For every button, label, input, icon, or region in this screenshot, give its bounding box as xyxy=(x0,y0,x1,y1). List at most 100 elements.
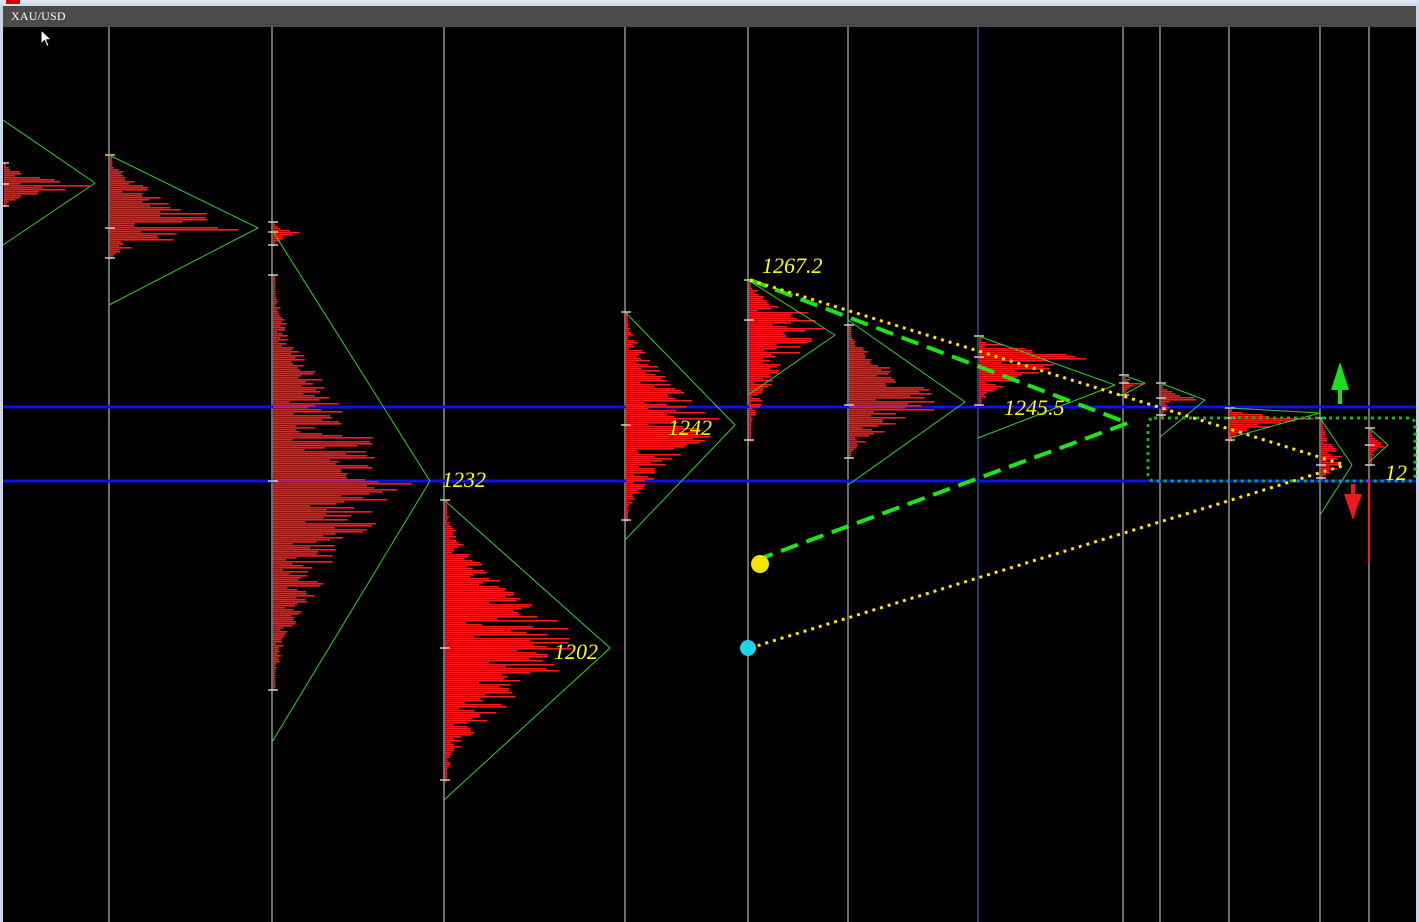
profile-tick xyxy=(844,404,854,406)
profile-bar xyxy=(749,310,758,312)
profile-bar xyxy=(110,175,123,177)
profile-bar xyxy=(273,305,275,307)
profile-bar xyxy=(273,339,289,341)
profile-bar xyxy=(749,284,751,286)
profile-bar xyxy=(445,610,515,612)
profile-bar xyxy=(749,390,763,392)
profile-bar xyxy=(849,407,906,409)
profile-tick xyxy=(844,324,854,326)
profile-bar xyxy=(273,499,388,501)
profile-bar xyxy=(849,373,889,375)
profile-bar xyxy=(849,341,856,343)
profile-bar xyxy=(445,540,457,542)
profile-bar xyxy=(849,417,906,419)
profile-tick xyxy=(1119,382,1129,384)
profile-bar xyxy=(849,429,872,431)
profile-bar xyxy=(445,530,456,532)
profile-bar xyxy=(273,565,304,567)
profile-bar xyxy=(445,578,490,580)
profile-bar xyxy=(445,654,548,656)
profile-bar xyxy=(273,657,279,659)
profile-bar xyxy=(849,355,866,357)
profile-bar xyxy=(749,344,777,346)
profile-bar xyxy=(849,449,854,451)
profile-bar xyxy=(979,338,981,340)
profile-bar xyxy=(110,225,134,227)
profile-bar xyxy=(445,696,516,698)
profile-bar xyxy=(849,405,922,407)
profile-2 xyxy=(105,154,239,259)
profile-bar xyxy=(273,443,373,445)
profile-bar xyxy=(445,592,514,594)
profile-bar xyxy=(445,768,448,770)
profile-bar xyxy=(273,391,320,393)
profile-bar xyxy=(273,451,366,453)
profile-bar xyxy=(110,171,123,173)
profile-bar xyxy=(445,650,518,652)
profile-bar xyxy=(110,233,177,235)
profile-bar xyxy=(445,740,462,742)
profile-bar xyxy=(273,409,322,411)
profile-bar xyxy=(273,457,375,459)
profile-bar xyxy=(445,750,454,752)
profile-bar xyxy=(979,400,982,402)
profile-bar xyxy=(445,576,471,578)
profile-bar xyxy=(273,645,284,647)
profile-bar xyxy=(749,316,791,318)
profile-bar xyxy=(749,350,765,352)
profile-bar xyxy=(273,295,275,297)
profile-bar xyxy=(445,752,452,754)
profile-bar xyxy=(1321,446,1334,448)
profile-bar xyxy=(849,441,866,443)
profile-bar xyxy=(626,384,671,386)
profile-bar xyxy=(1370,452,1373,454)
profile-bar xyxy=(273,525,372,527)
profile-bar xyxy=(273,335,288,337)
profile-bar xyxy=(273,242,276,244)
profile-bar xyxy=(1161,411,1165,413)
profile-bar xyxy=(749,362,764,364)
profile-bar xyxy=(445,626,533,628)
profile-bar xyxy=(749,288,753,290)
profile-bar xyxy=(273,389,317,391)
profile-bar xyxy=(849,345,856,347)
profile-bar xyxy=(445,618,498,620)
profile-bar xyxy=(445,726,468,728)
profile-bar xyxy=(273,413,294,415)
profile-bar xyxy=(273,651,280,653)
profile-bar xyxy=(445,640,531,642)
profile-bar xyxy=(749,358,764,360)
profile-bar xyxy=(445,536,457,538)
profile-bar xyxy=(273,653,278,655)
profile-bar xyxy=(626,356,637,358)
profile-bar xyxy=(273,383,314,385)
profile-bar xyxy=(273,377,299,379)
profile-bar xyxy=(445,546,459,548)
profile-bar xyxy=(626,412,705,414)
profile-bar xyxy=(110,205,151,207)
profile-tick xyxy=(268,221,278,223)
profile-bar xyxy=(626,488,644,490)
chart-canvas[interactable]: 1267.2 1242 1245.5 1232 1202 12 xyxy=(0,0,1419,922)
profile-bar xyxy=(1321,434,1326,436)
profile-bar xyxy=(273,553,318,555)
profile-bar xyxy=(445,674,502,676)
profile-bar xyxy=(273,637,283,639)
profile-bar xyxy=(445,704,502,706)
profile-bar xyxy=(626,508,628,510)
marker-cyan xyxy=(740,640,756,656)
profile-bar xyxy=(445,648,572,650)
profile-bar xyxy=(445,754,452,756)
profile-bar xyxy=(273,355,304,357)
profile-tick xyxy=(105,227,115,229)
label-1202: 1202 xyxy=(554,639,598,664)
profile-bar xyxy=(849,395,911,397)
profile-bar xyxy=(445,616,538,618)
profile-bar xyxy=(273,617,295,619)
profile-bar xyxy=(273,345,282,347)
profile-bar xyxy=(626,496,634,498)
profile-bar xyxy=(110,213,207,215)
profile-bar xyxy=(445,510,447,512)
profile-bar xyxy=(445,568,473,570)
profile-bar xyxy=(273,411,343,413)
